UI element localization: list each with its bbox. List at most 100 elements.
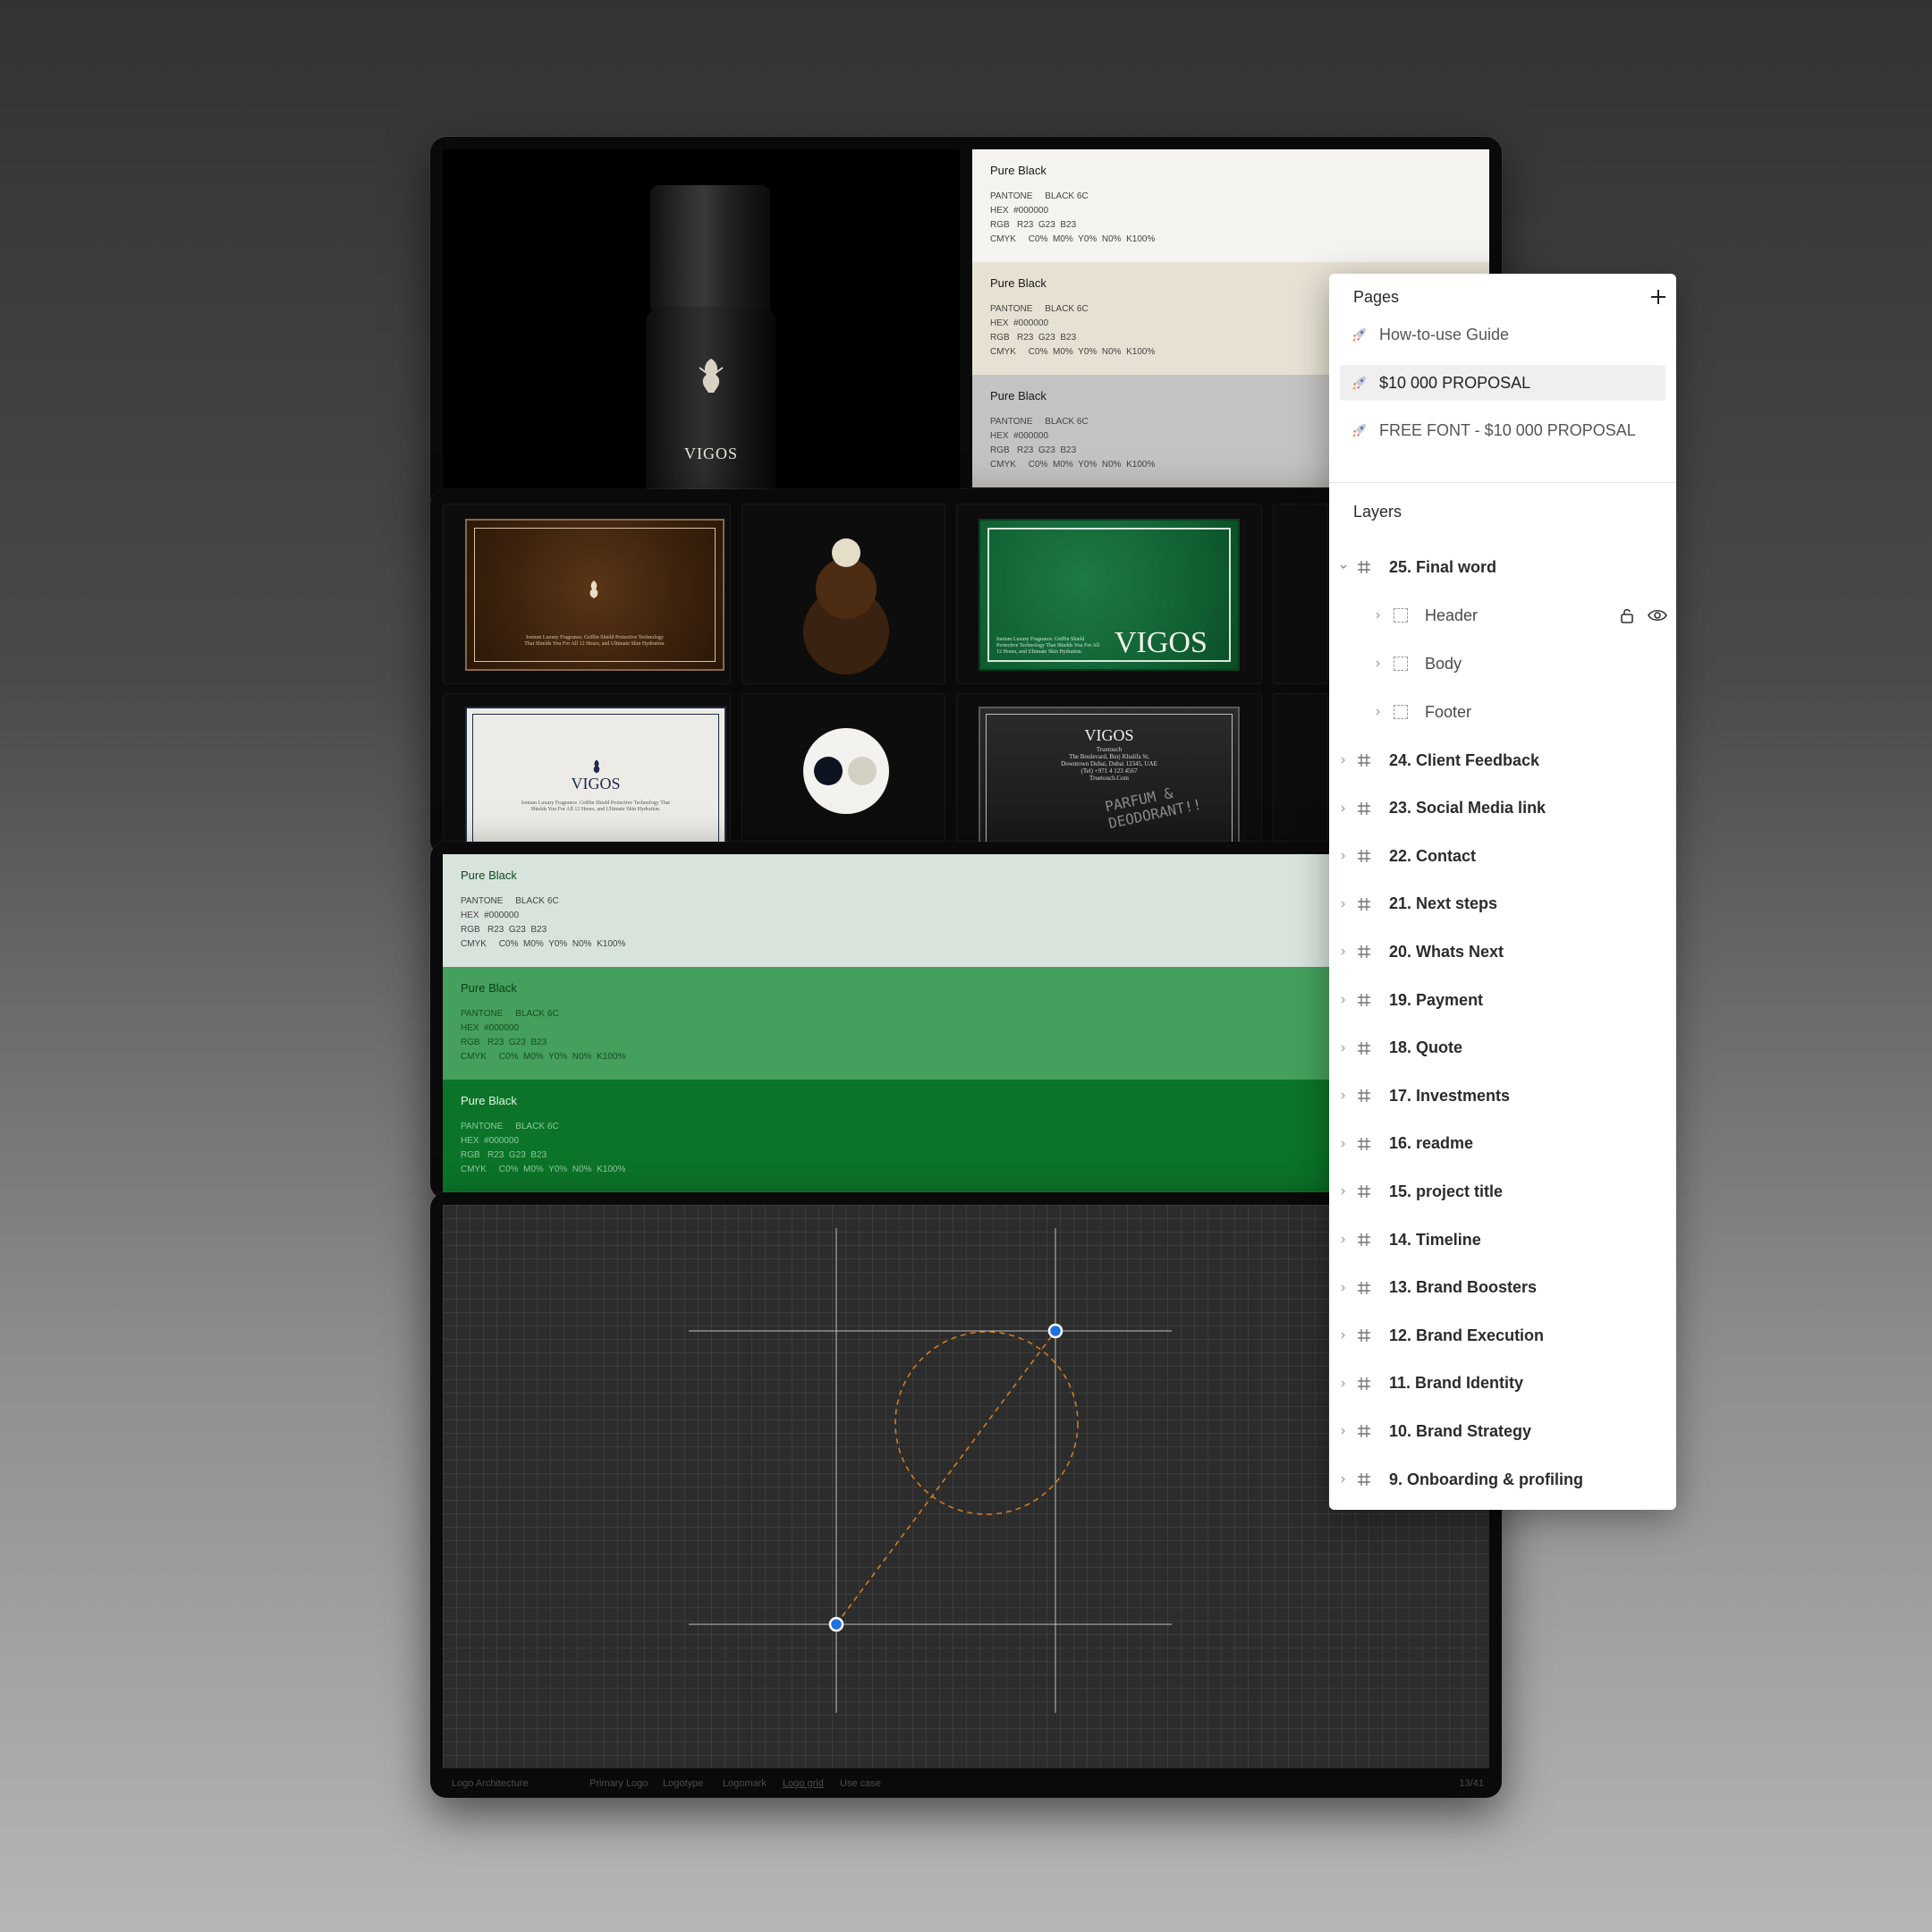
layer-row[interactable]: 22. Contact	[1329, 838, 1676, 874]
swatch-rgb: RGB R23 G23 B23	[461, 1038, 547, 1047]
panel-divider	[1329, 482, 1676, 483]
layer-row[interactable]: 19. Payment	[1329, 982, 1676, 1018]
chevron-right-icon[interactable]	[1374, 611, 1383, 620]
layer-row[interactable]: 24. Client Feedback	[1329, 742, 1676, 778]
page-label: $10 000 PROPOSAL	[1379, 373, 1531, 392]
stationery-tile	[741, 504, 945, 684]
layer-label: 21. Next steps	[1389, 894, 1498, 913]
chevron-right-icon[interactable]	[1339, 756, 1348, 765]
layer-row[interactable]: 18. Quote	[1329, 1030, 1676, 1066]
frame-hash-icon	[1358, 1137, 1370, 1150]
frame-hash-icon	[1358, 1425, 1370, 1438]
layer-row[interactable]: 21. Next steps	[1329, 886, 1676, 922]
layer-row[interactable]: 14. Timeline	[1329, 1222, 1676, 1258]
chevron-right-icon[interactable]	[1339, 1331, 1348, 1340]
page-item-proposal[interactable]: $10 000 PROPOSAL	[1340, 365, 1665, 401]
frame-hash-icon	[1358, 1329, 1370, 1343]
swatch-rgb: RGB R23 G23 B23	[990, 220, 1077, 230]
chevron-right-icon[interactable]	[1339, 1140, 1348, 1148]
chevron-right-icon[interactable]	[1374, 659, 1383, 668]
layer-label: 12. Brand Execution	[1389, 1326, 1545, 1344]
layer-label: 9. Onboarding & profiling	[1389, 1470, 1583, 1488]
layer-label: 20. Whats Next	[1389, 942, 1504, 961]
layer-row[interactable]: 15. project title	[1329, 1174, 1676, 1209]
chevron-right-icon[interactable]	[1339, 1044, 1348, 1053]
griffin-emblem-icon	[593, 759, 600, 774]
chevron-right-icon[interactable]	[1339, 804, 1348, 813]
layer-row[interactable]: 12. Brand Execution	[1329, 1318, 1676, 1353]
card-tagline: Ionium Luxury Fragrance. Griffin Shield …	[524, 635, 665, 647]
page-item-free-font[interactable]: FREE FONT - $10 000 PROPOSAL	[1340, 412, 1665, 448]
chevron-right-icon[interactable]	[1339, 996, 1348, 1004]
chevron-right-icon[interactable]	[1339, 1475, 1348, 1484]
rocket-icon	[1352, 377, 1366, 390]
chevron-right-icon[interactable]	[1339, 1427, 1348, 1436]
pages-layers-panel: Pages How-to-use Guide $10 000 PROPOSAL …	[1329, 274, 1676, 1510]
layer-label: 14. Timeline	[1389, 1230, 1481, 1249]
griffin-emblem-icon	[589, 580, 598, 598]
business-card-green: VIGOS Ionium Luxury Fragrance. Griffin S…	[979, 519, 1240, 671]
layer-row[interactable]: 10. Brand Strategy	[1329, 1413, 1676, 1449]
footer-tab-active[interactable]: Logo grid	[783, 1778, 824, 1789]
layer-row[interactable]: 9. Onboarding & profiling	[1329, 1462, 1676, 1497]
stationery-tile: Ionium Luxury Fragrance. Griffin Shield …	[443, 504, 731, 684]
guide-diagonal	[835, 1330, 1056, 1625]
lock-icon[interactable]	[1619, 606, 1635, 624]
layer-row[interactable]: 13. Brand Boosters	[1329, 1270, 1676, 1306]
layer-row-final-word[interactable]: 25. Final word	[1329, 549, 1676, 585]
swatch-title: Pure Black	[461, 1094, 517, 1107]
frame-hash-icon	[1358, 1281, 1370, 1294]
layer-label: Body	[1425, 654, 1462, 673]
swatch-rgb: RGB R23 G23 B23	[461, 1150, 547, 1160]
add-page-plus-icon[interactable]	[1648, 286, 1669, 308]
layer-row-footer[interactable]: Footer	[1329, 694, 1676, 730]
swatch-hex: HEX #000000	[461, 911, 520, 920]
rocket-icon	[1352, 328, 1366, 342]
chevron-right-icon[interactable]	[1339, 1379, 1348, 1388]
rocket-icon	[1352, 424, 1366, 437]
layer-row[interactable]: 16. readme	[1329, 1126, 1676, 1162]
layer-row[interactable]: 20. Whats Next	[1329, 934, 1676, 970]
layer-row[interactable]: 17. Investments	[1329, 1078, 1676, 1114]
stationery-tile	[1273, 504, 1328, 684]
chevron-right-icon[interactable]	[1339, 1235, 1348, 1244]
frame-hash-icon	[1358, 801, 1370, 815]
eye-icon[interactable]	[1648, 607, 1667, 623]
swatch-cmyk: CMYK C0% M0% Y0% N0% K100%	[461, 939, 626, 949]
group-dashed-icon	[1394, 608, 1408, 623]
chevron-right-icon[interactable]	[1339, 900, 1348, 909]
swatch-cmyk: CMYK C0% M0% Y0% N0% K100%	[990, 234, 1156, 244]
dark-card-address: Truetouch The Boulevard, Burj Khalifa St…	[1061, 746, 1157, 782]
frame-hash-icon	[1358, 561, 1370, 573]
footer-tab[interactable]: Logotype	[663, 1778, 703, 1789]
footer-tab[interactable]: Primary Logo	[589, 1778, 648, 1789]
frame-hash-icon	[1358, 1473, 1370, 1486]
chevron-down-icon[interactable]	[1339, 563, 1348, 572]
control-point-handle	[828, 1616, 844, 1632]
chevron-right-icon[interactable]	[1339, 852, 1348, 860]
color-dots-illustration	[803, 538, 889, 674]
frame-hash-icon	[1358, 897, 1370, 911]
layer-label: 25. Final word	[1389, 557, 1497, 576]
color-swatch: Pure Black PANTONE BLACK 6C HEX #000000 …	[972, 149, 1489, 262]
group-dashed-icon	[1394, 657, 1408, 671]
stationery-tile: VIGOS Ionium Luxury Fragrance. Griffin S…	[443, 693, 731, 856]
layers-heading: Layers	[1353, 503, 1402, 521]
chevron-right-icon[interactable]	[1339, 947, 1348, 956]
layer-row[interactable]: 11. Brand Identity	[1329, 1366, 1676, 1402]
layer-row-header[interactable]: Header	[1329, 597, 1676, 633]
swatch-pantone: PANTONE BLACK 6C	[461, 1122, 559, 1131]
chevron-right-icon[interactable]	[1339, 1187, 1348, 1196]
bottle-image: VIGOS	[443, 149, 960, 513]
control-point-handle	[1047, 1323, 1063, 1339]
page-item-how-to-use-guide[interactable]: How-to-use Guide	[1340, 317, 1665, 352]
layer-row-body[interactable]: Body	[1329, 646, 1676, 682]
frame-hash-icon	[1358, 1089, 1370, 1103]
footer-tab[interactable]: Logomark	[723, 1778, 767, 1789]
swatch-hex: HEX #000000	[461, 1136, 520, 1146]
chevron-right-icon[interactable]	[1339, 1091, 1348, 1100]
chevron-right-icon[interactable]	[1374, 708, 1383, 716]
layer-row[interactable]: 23. Social Media link	[1329, 791, 1676, 826]
footer-tab[interactable]: Use case	[840, 1778, 881, 1789]
chevron-right-icon[interactable]	[1339, 1284, 1348, 1292]
